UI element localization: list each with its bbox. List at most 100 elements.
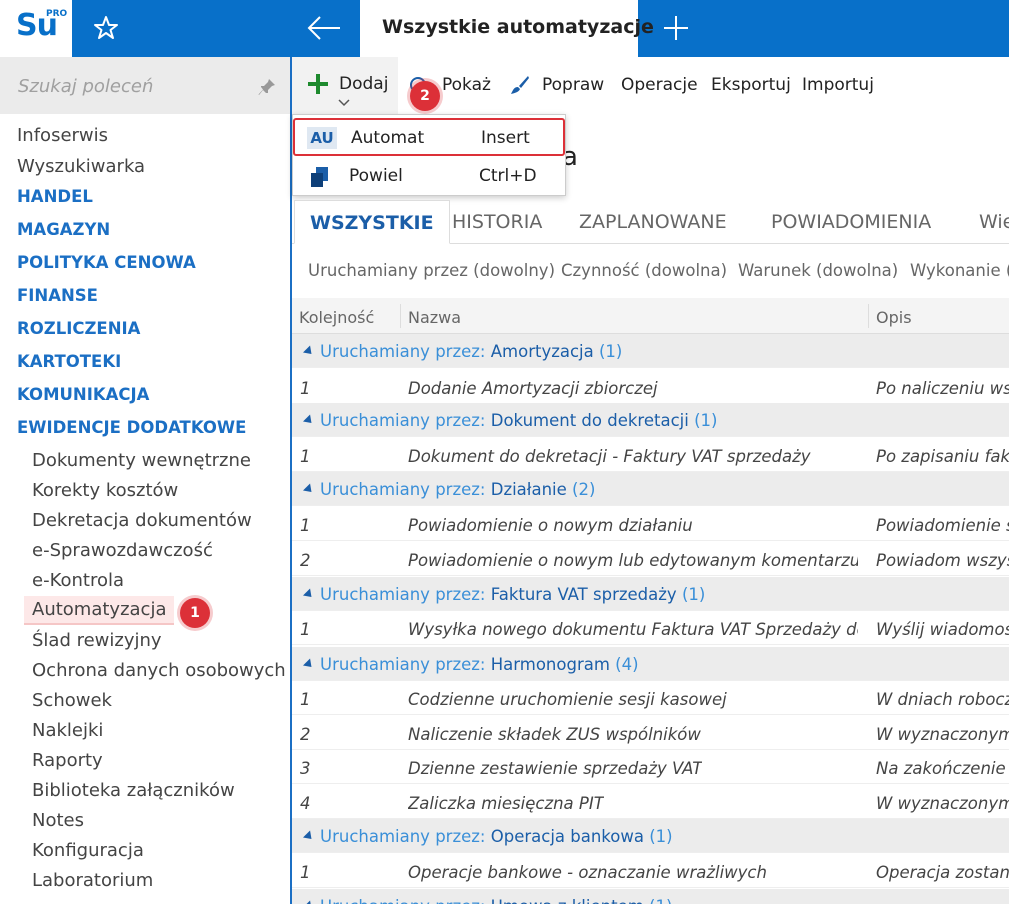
cell-description: Po zapisaniu fakt [876, 447, 1009, 466]
filter-action[interactable]: Czynność (dowolna) [561, 261, 727, 280]
collapse-triangle-icon[interactable] [302, 345, 316, 358]
group-row[interactable]: Uruchamiany przez: Faktura VAT sprzedaży… [292, 577, 1009, 611]
filter-execution[interactable]: Wykonanie ( [910, 261, 1009, 280]
collapse-triangle-icon[interactable] [302, 658, 316, 671]
back-arrow-icon[interactable] [306, 12, 344, 44]
cell-order: 4 [300, 794, 311, 813]
sidebar-item-konfiguracja[interactable]: Konfiguracja [32, 840, 144, 861]
cell-order: 1 [300, 863, 311, 882]
table-row[interactable]: 1 Dokument do dekretacji - Faktury VAT sp… [292, 438, 1009, 472]
tab-powiadomienia[interactable]: POWIADOMIENIA [756, 200, 946, 243]
tab-wszystkie[interactable]: WSZYSTKIE [294, 200, 450, 244]
sidebar-item-wyszukiwarka[interactable]: Wyszukiwarka [17, 156, 145, 177]
column-header-order[interactable]: Kolejność [299, 308, 374, 327]
sidebar-item-infoserwis[interactable]: Infoserwis [17, 125, 108, 146]
table-row[interactable]: 1 Codzienne uruchomienie sesji kasowej W d… [292, 681, 1009, 715]
tab-zaplanowane[interactable]: ZAPLANOWANE [564, 200, 742, 243]
cell-name: Zaliczka miesięczna PIT [408, 794, 604, 813]
tab-more[interactable]: Wię [964, 200, 1009, 243]
sidebar-item-notes[interactable]: Notes [32, 810, 84, 831]
sidebar-item-naklejki[interactable]: Naklejki [32, 720, 103, 741]
collapse-triangle-icon[interactable] [302, 414, 316, 427]
table-row[interactable]: 1 Wysyłka nowego dokumentu Faktura VAT Sp… [292, 611, 1009, 645]
sidebar-item-polityka-cenowa[interactable]: POLITYKA CENOWA [17, 253, 196, 272]
collapse-triangle-icon[interactable] [302, 900, 316, 904]
group-value: Amortyzacja [490, 342, 594, 361]
table-row[interactable]: 3 Dzienne zestawienie sprzedaży VAT Na zak… [292, 750, 1009, 784]
add-button[interactable]: Dodaj [292, 57, 398, 114]
sidebar-item-automatyzacja[interactable]: Automatyzacja [24, 596, 175, 625]
group-row[interactable]: Uruchamiany przez: Operacja bankowa (1) [292, 819, 1009, 853]
sidebar-item-komunikacja[interactable]: KOMUNIKACJA [17, 385, 149, 404]
cell-description: W dniach robocz [876, 690, 1009, 709]
operations-button[interactable]: Operacje [621, 75, 698, 95]
sidebar-item-rozliczenia[interactable]: ROZLICZENIA [17, 319, 140, 338]
import-button[interactable]: Importuj [802, 75, 874, 95]
menu-item-label: Powiel [349, 166, 403, 186]
menu-item-powiel[interactable]: Powiel Ctrl+D [293, 157, 565, 197]
add-button-label: Dodaj [339, 74, 389, 94]
menu-item-automat[interactable]: AU Automat Insert [293, 118, 565, 156]
group-label: Uruchamiany przez: Działanie (2) [320, 480, 595, 499]
top-bar: Su PRO Wszystkie automatyzacje [0, 0, 1009, 57]
table-row[interactable]: 1 Dodanie Amortyzacji zbiorczej Po nalicze… [292, 370, 1009, 404]
sidebar-item-e-sprawozdawczość[interactable]: e-Sprawozdawczość [32, 540, 213, 561]
collapse-triangle-icon[interactable] [302, 483, 316, 496]
group-value: Harmonogram [490, 655, 610, 674]
filter-triggered-by[interactable]: Uruchamiany przez (dowolny) [308, 261, 555, 280]
sidebar-item-finanse[interactable]: FINANSE [17, 286, 98, 305]
show-button[interactable]: Pokaż [442, 75, 491, 95]
sidebar-item-schowek[interactable]: Schowek [32, 690, 112, 711]
table-row[interactable]: 1 Powiadomienie o nowym działaniu Powiadom… [292, 507, 1009, 541]
group-row[interactable]: Uruchamiany przez: Umowa z klientem (1) [292, 889, 1009, 904]
edit-button[interactable]: Popraw [542, 75, 604, 95]
sidebar-item-ewidencje-dodatkowe[interactable]: EWIDENCJE DODATKOWE [17, 418, 246, 437]
filter-condition[interactable]: Warunek (dowolna) [738, 261, 898, 280]
column-header-description[interactable]: Opis [876, 308, 912, 327]
group-label: Uruchamiany przez: Umowa z klientem (1) [320, 897, 672, 904]
export-button[interactable]: Eksportuj [711, 75, 791, 95]
group-row[interactable]: Uruchamiany przez: Działanie (2) [292, 472, 1009, 506]
cell-name: Powiadomienie o nowym działaniu [408, 516, 693, 535]
cell-order: 1 [300, 447, 311, 466]
brush-icon [511, 76, 529, 94]
cell-order: 1 [300, 690, 311, 709]
collapse-triangle-icon[interactable] [302, 588, 316, 601]
new-tab-plus-icon[interactable] [662, 14, 690, 42]
sidebar-item-dokumenty-wewnętrzne[interactable]: Dokumenty wewnętrzne [32, 450, 251, 471]
column-header-name[interactable]: Nazwa [408, 308, 461, 327]
star-icon[interactable] [92, 14, 120, 42]
table-row[interactable]: 2 Naliczenie składek ZUS wspólników W wyzn… [292, 716, 1009, 750]
group-count: (2) [572, 480, 596, 499]
pin-icon[interactable] [258, 78, 276, 96]
sidebar-item-ślad-rewizyjny[interactable]: Ślad rewizyjny [32, 630, 162, 651]
group-row[interactable]: Uruchamiany przez: Harmonogram (4) [292, 647, 1009, 681]
group-row[interactable]: Uruchamiany przez: Dokument do dekretacj… [292, 403, 1009, 437]
sidebar-item-kartoteki[interactable]: KARTOTEKI [17, 352, 121, 371]
sidebar-item-biblioteka-załączników[interactable]: Biblioteka załączników [32, 780, 235, 801]
table-row[interactable]: 4 Zaliczka miesięczna PIT W wyznaczonym [292, 785, 1009, 819]
group-value: Operacja bankowa [490, 827, 644, 846]
cell-name: Codzienne uruchomienie sesji kasowej [408, 690, 727, 709]
sidebar-item-magazyn[interactable]: MAGAZYN [17, 220, 110, 239]
collapse-triangle-icon[interactable] [302, 830, 316, 843]
sidebar-item-laboratorium[interactable]: Laboratorium [32, 870, 153, 891]
cell-description: Operacja zostanie [876, 863, 1009, 882]
sidebar-item-dekretacja-dokumentów[interactable]: Dekretacja dokumentów [32, 510, 252, 531]
sidebar-item-ochrona-danych-osobowych[interactable]: Ochrona danych osobowych [32, 660, 286, 681]
table-row[interactable]: 2 Powiadomienie o nowym lub edytowanym ko… [292, 542, 1009, 576]
table-row[interactable]: 1 Operacje bankowe - oznaczanie wrażliwyc… [292, 854, 1009, 888]
group-label: Uruchamiany przez: Faktura VAT sprzedaży… [320, 585, 705, 604]
app-logo[interactable]: Su PRO [0, 0, 72, 57]
sidebar-item-handel[interactable]: HANDEL [17, 187, 93, 206]
plus-icon [308, 74, 328, 94]
group-row[interactable]: Uruchamiany przez: Amortyzacja (1) [292, 334, 1009, 368]
sidebar-item-korekty-kosztów[interactable]: Korekty kosztów [32, 480, 178, 501]
command-search[interactable]: Szukaj poleceń [0, 57, 290, 114]
tab-all-automations[interactable]: Wszystkie automatyzacje [360, 0, 654, 57]
group-prefix: Uruchamiany przez: [320, 585, 486, 604]
sidebar-item-raporty[interactable]: Raporty [32, 750, 103, 771]
tab-historia[interactable]: HISTORIA [437, 200, 557, 243]
sidebar-item-e-kontrola[interactable]: e-Kontrola [32, 570, 124, 591]
group-label: Uruchamiany przez: Dokument do dekretacj… [320, 411, 717, 430]
